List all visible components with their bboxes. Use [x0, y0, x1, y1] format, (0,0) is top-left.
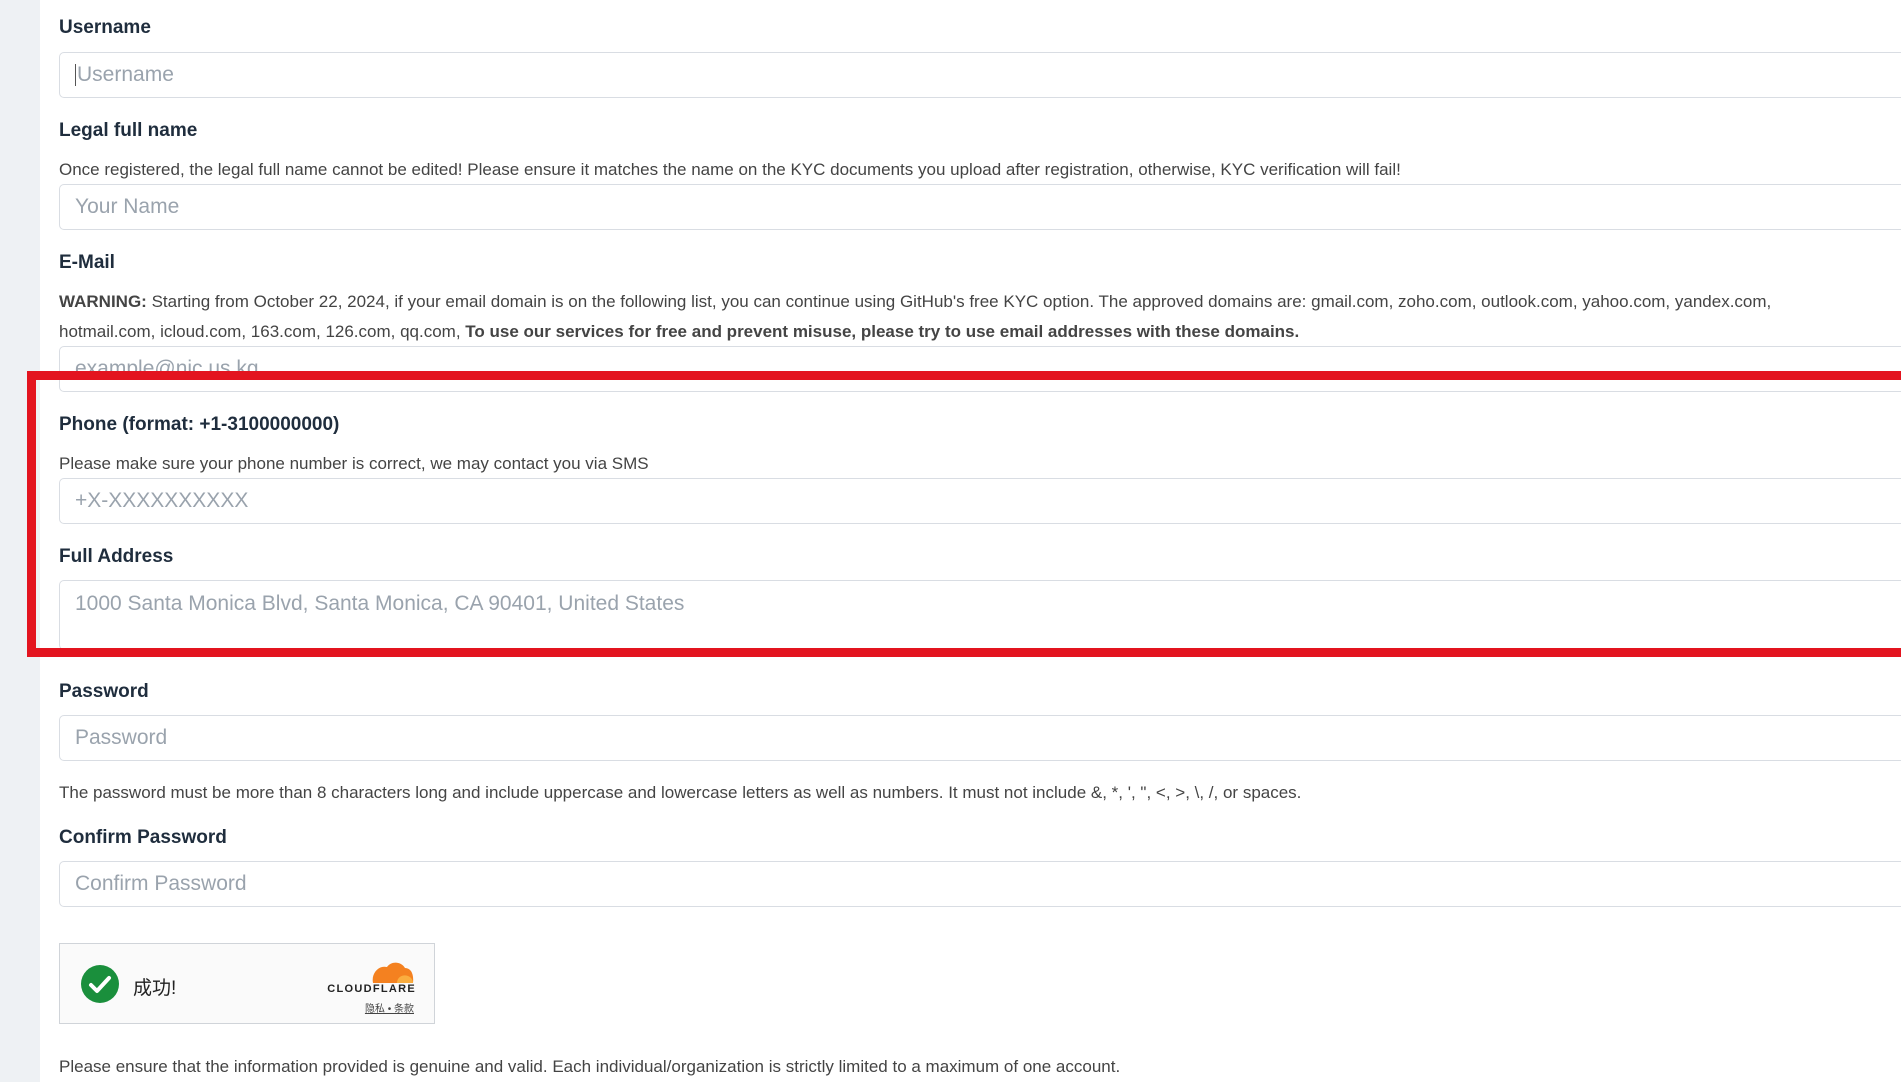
- password-input[interactable]: Password: [59, 715, 1901, 761]
- password-label: Password: [59, 681, 149, 702]
- address-textarea[interactable]: 1000 Santa Monica Blvd, Santa Monica, CA…: [59, 580, 1901, 650]
- email-warning-line2: hotmail.com, icloud.com, 163.com, 126.co…: [59, 322, 1859, 342]
- footer-note: Please ensure that the information provi…: [59, 1057, 1121, 1076]
- confirm-password-placeholder: Confirm Password: [75, 872, 247, 895]
- email-warning-text: Starting from October 22, 2024, if your …: [151, 292, 1772, 311]
- email-label: E-Mail: [59, 252, 115, 273]
- email-placeholder: example@nic.us.kg: [75, 357, 259, 380]
- email-warning-bold: To use our services for free and prevent…: [465, 322, 1300, 341]
- phone-placeholder: +X-XXXXXXXXXX: [75, 489, 249, 512]
- legal-name-placeholder: Your Name: [75, 195, 180, 218]
- success-check-icon: [81, 965, 119, 1003]
- captcha-status: 成功!: [133, 978, 177, 999]
- confirm-password-label: Confirm Password: [59, 827, 227, 848]
- confirm-password-input[interactable]: Confirm Password: [59, 861, 1901, 907]
- phone-input[interactable]: +X-XXXXXXXXXX: [59, 478, 1901, 524]
- username-label: Username: [59, 17, 151, 38]
- captcha-privacy-terms-link[interactable]: 隐私 • 条款: [365, 1000, 414, 1015]
- cloudflare-brand: CLOUDFLARE: [327, 983, 416, 995]
- email-domains-text: hotmail.com, icloud.com, 163.com, 126.co…: [59, 322, 461, 341]
- cloudflare-captcha-widget[interactable]: 成功! CLOUDFLARE 隐私 • 条款: [59, 943, 435, 1024]
- address-label: Full Address: [59, 546, 174, 567]
- email-input[interactable]: example@nic.us.kg: [59, 346, 1901, 392]
- phone-label: Phone (format: +1-3100000000): [59, 414, 340, 435]
- text-cursor: [75, 64, 76, 86]
- password-help: The password must be more than 8 charact…: [59, 783, 1302, 802]
- username-placeholder: Username: [77, 63, 174, 86]
- address-placeholder: 1000 Santa Monica Blvd, Santa Monica, CA…: [75, 592, 685, 615]
- legal-name-help: Once registered, the legal full name can…: [59, 160, 1401, 179]
- email-warning-line1: WARNING: Starting from October 22, 2024,…: [59, 292, 1859, 312]
- legal-name-input[interactable]: Your Name: [59, 184, 1901, 230]
- phone-help: Please make sure your phone number is co…: [59, 454, 649, 473]
- email-warning-prefix: WARNING:: [59, 292, 147, 311]
- username-input[interactable]: Username: [59, 52, 1901, 98]
- password-placeholder: Password: [75, 726, 168, 749]
- legal-name-label: Legal full name: [59, 120, 198, 141]
